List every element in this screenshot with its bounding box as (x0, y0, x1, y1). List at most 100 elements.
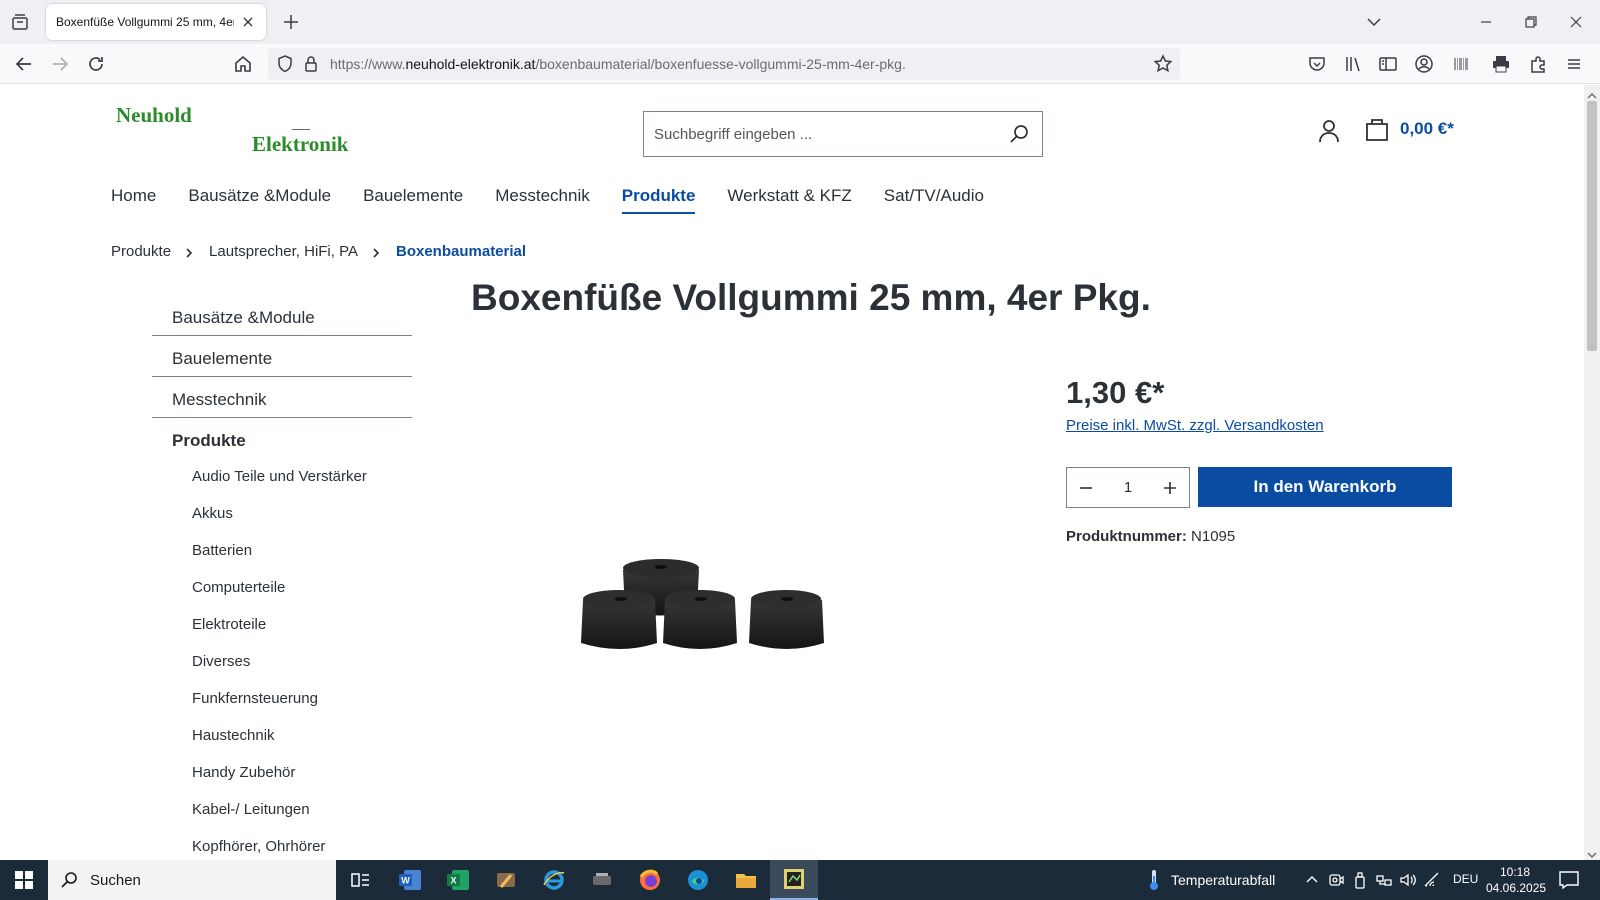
search-icon[interactable] (1008, 123, 1030, 145)
page-scrollbar[interactable] (1584, 85, 1600, 860)
tab-list-icon[interactable] (8, 10, 32, 34)
sidebar-subitem-handy-zubehoer[interactable]: Handy Zubehör (152, 754, 412, 791)
file-explorer-icon[interactable] (722, 860, 770, 900)
shield-icon[interactable] (274, 53, 296, 75)
tab-title: Boxenfüße Vollgummi 25 mm, 4er P (56, 15, 234, 29)
url-text: https://www.neuhold-elektronik.at/boxenb… (330, 56, 906, 72)
tax-shipping-link[interactable]: Preise inkl. MwSt. zzgl. Versandkosten (1066, 417, 1324, 434)
account-circle-icon[interactable] (1413, 53, 1435, 75)
sidebar-subitem-haustechnik[interactable]: Haustechnik (152, 717, 412, 754)
minus-icon[interactable] (1077, 479, 1095, 497)
scroll-down-arrow-icon[interactable] (1587, 847, 1597, 858)
word-app-icon[interactable]: W (386, 860, 434, 900)
tools-app-icon[interactable] (482, 860, 530, 900)
product-title: Boxenfüße Vollgummi 25 mm, 4er Pkg. (471, 277, 1151, 318)
restore-icon[interactable] (1521, 12, 1541, 32)
sidebar-subitem-kopfhoerer[interactable]: Kopfhörer, Ohrhörer (152, 828, 412, 860)
scanner-app-icon[interactable] (578, 860, 626, 900)
sidebar-subitem-elektroteile[interactable]: Elektroteile (152, 606, 412, 643)
network-ethernet-icon[interactable] (1374, 870, 1394, 890)
wifi-icon[interactable] (1422, 870, 1442, 890)
windows-logo-icon (15, 871, 33, 889)
back-arrow-icon[interactable] (13, 53, 35, 75)
pocket-icon[interactable] (1306, 53, 1328, 75)
nav-werkstatt-kfz[interactable]: Werkstatt & KFZ (727, 186, 851, 214)
taskbar-search[interactable]: Suchen (48, 860, 336, 900)
firefox-app-icon[interactable] (626, 860, 674, 900)
internet-explorer-icon[interactable] (530, 860, 578, 900)
close-window-icon[interactable] (1566, 12, 1586, 32)
breadcrumb-boxenbaumaterial[interactable]: Boxenbaumaterial (396, 243, 526, 260)
sidebar-subitem-kabel-leitungen[interactable]: Kabel-/ Leitungen (152, 791, 412, 828)
cart-total: 0,00 €* (1400, 119, 1454, 138)
logo-divider (292, 129, 310, 130)
nav-messtechnik[interactable]: Messtechnik (495, 186, 589, 214)
cart-widget[interactable]: 0,00 €* (1364, 115, 1454, 143)
address-bar[interactable]: https://www.neuhold-elektronik.at/boxenb… (268, 48, 1180, 80)
library-icon[interactable] (1342, 53, 1364, 75)
sidebar-subitem-funkfernsteuerung[interactable]: Funkfernsteuerung (152, 680, 412, 717)
extension-barcode-icon[interactable] (1450, 53, 1472, 75)
edge-app-icon[interactable] (674, 860, 722, 900)
product-number-label: Produktnummer: (1066, 528, 1187, 545)
plus-icon[interactable] (1161, 479, 1179, 497)
show-hidden-icons-chevron-icon[interactable] (1302, 870, 1322, 890)
sidebar-subitem-batterien[interactable]: Batterien (152, 532, 412, 569)
logo-line-1: Neuhold (116, 103, 192, 127)
usb-device-icon[interactable] (1350, 870, 1370, 890)
nav-home[interactable]: Home (111, 186, 156, 214)
sidebar-subitem-diverses[interactable]: Diverses (152, 643, 412, 680)
scroll-up-arrow-icon[interactable] (1587, 88, 1597, 99)
clock-time: 10:18 (1499, 865, 1531, 879)
print-icon[interactable] (1490, 53, 1512, 75)
weather-widget[interactable]: Temperaturabfall (1145, 860, 1275, 900)
meet-now-icon[interactable] (1326, 870, 1346, 890)
product-number: Produktnummer: N1095 (1066, 528, 1235, 545)
menu-hamburger-icon[interactable] (1563, 53, 1585, 75)
rubber-foot (749, 590, 824, 649)
shopping-bag-icon (1364, 115, 1390, 143)
search-input[interactable] (644, 125, 984, 143)
product-image[interactable] (575, 555, 830, 665)
notification-center-icon[interactable] (1558, 870, 1580, 890)
extensions-puzzle-icon[interactable] (1527, 53, 1549, 75)
nav-sat-tv-audio[interactable]: Sat/TV/Audio (884, 186, 984, 214)
reload-icon[interactable] (85, 53, 107, 75)
task-view-icon[interactable] (336, 860, 384, 900)
nav-bausaetze-module[interactable]: Bausätze &Module (188, 186, 331, 214)
breadcrumb-lautsprecher[interactable]: Lautsprecher, HiFi, PA (209, 243, 358, 260)
lock-icon[interactable] (300, 53, 322, 75)
bookmark-star-icon[interactable] (1152, 53, 1174, 75)
quantity-value[interactable]: 1 (1124, 479, 1132, 496)
add-to-cart-button[interactable]: In den Warenkorb (1198, 467, 1452, 507)
active-app-icon[interactable] (770, 860, 818, 900)
start-button[interactable] (0, 860, 48, 900)
volume-speaker-icon[interactable] (1398, 870, 1418, 890)
sidebar-subitem-computerteile[interactable]: Computerteile (152, 569, 412, 606)
new-tab-icon[interactable] (280, 11, 302, 33)
home-icon[interactable] (232, 53, 254, 75)
nav-bauelemente[interactable]: Bauelemente (363, 186, 463, 214)
sidebar-icon[interactable] (1377, 53, 1399, 75)
product-number-value: N1095 (1191, 528, 1236, 545)
browser-tab-active[interactable]: Boxenfüße Vollgummi 25 mm, 4er P (46, 4, 266, 40)
minimize-icon[interactable] (1476, 12, 1496, 32)
account-icon[interactable] (1316, 117, 1342, 145)
forward-arrow-icon[interactable] (49, 53, 71, 75)
sidebar-item-bausaetze[interactable]: Bausätze &Module (152, 295, 412, 336)
sidebar-subitem-akkus[interactable]: Akkus (152, 495, 412, 532)
site-logo[interactable]: Neuhold Elektronik (114, 103, 384, 159)
sidebar-subitem-audio[interactable]: Audio Teile und Verstärker (152, 458, 412, 495)
sidebar-item-bauelemente[interactable]: Bauelemente (152, 336, 412, 377)
breadcrumb-produkte[interactable]: Produkte (111, 243, 171, 260)
nav-produkte[interactable]: Produkte (621, 186, 696, 214)
input-language[interactable]: DEU (1453, 872, 1478, 886)
sidebar-item-messtechnik[interactable]: Messtechnik (152, 377, 412, 418)
product-price: 1,30 €* (1066, 375, 1165, 410)
list-all-tabs-icon[interactable] (1364, 12, 1384, 32)
sidebar-item-produkte[interactable]: Produkte (152, 418, 412, 458)
close-tab-icon[interactable] (240, 14, 256, 30)
excel-app-icon[interactable]: X (434, 860, 482, 900)
scrollbar-thumb[interactable] (1587, 101, 1597, 351)
system-clock[interactable]: 10:18 04.06.2025 (1486, 864, 1546, 896)
